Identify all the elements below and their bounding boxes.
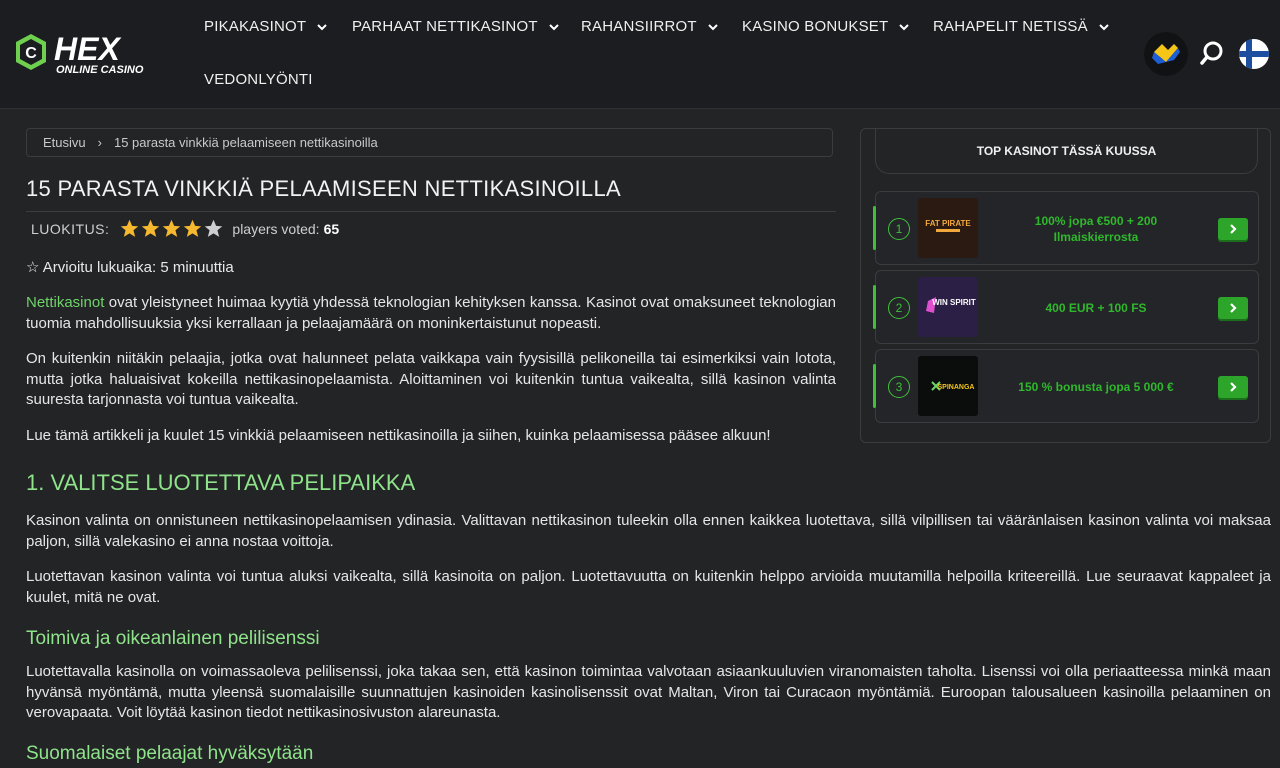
chevron-right-icon (1230, 382, 1237, 392)
rating-bar: LUOKITUS: players voted: 65 (31, 218, 339, 239)
casino-bonus: 150 % bonusta jopa 5 000 € (1018, 380, 1174, 394)
svg-text:C: C (25, 45, 37, 62)
site-header: C HEX ONLINE CASINO PIKAKASINOT PARHAAT … (0, 0, 1280, 109)
casino-logo[interactable]: FAT PIRATE (918, 198, 978, 258)
nav-label: RAHAPELIT NETISSÄ (933, 18, 1088, 35)
go-to-casino-button[interactable] (1218, 297, 1248, 319)
page-title: 15 PARASTA VINKKIÄ PELAAMISEEN NETTIKASI… (26, 176, 621, 201)
chevron-down-icon (899, 23, 910, 30)
star-filled-icon[interactable] (140, 218, 161, 239)
chevron-down-icon (1099, 23, 1109, 30)
card-accent (873, 285, 876, 329)
casino-logo[interactable]: SPINANGA (918, 356, 978, 416)
star-filled-icon[interactable] (182, 218, 203, 239)
logo-lettering: FAT PIRATE (925, 219, 971, 228)
nav-label: RAHANSIIRROT (581, 18, 697, 35)
breadcrumb-home-link[interactable]: Etusivu (43, 135, 86, 150)
star-filled-icon[interactable] (161, 218, 182, 239)
logo-subtext: ONLINE CASINO (56, 64, 144, 76)
breadcrumb: Etusivu › 15 parasta vinkkiä pelaamiseen… (26, 128, 833, 157)
subheading-finnish-players: Suomalaiset pelaajat hyväksytään (26, 743, 314, 764)
casino-rank: 2 (888, 297, 910, 319)
casino-rank: 3 (888, 376, 910, 398)
star-filled-icon[interactable] (119, 218, 140, 239)
section-paragraph-3: Luotettavalla kasinolla on voimassaoleva… (26, 663, 1271, 721)
rating-stars[interactable] (119, 218, 224, 239)
top-casinos-widget: TOP KASINOT TÄSSÄ KUUSSA 1 FAT PIRATE 10… (860, 128, 1271, 443)
nav-item-kasino-bonukset[interactable]: KASINO BONUKSET (742, 18, 910, 35)
breadcrumb-separator: › (97, 135, 102, 150)
casino-card[interactable]: 1 FAT PIRATE 100% jopa €500 + 200 Ilmais… (873, 191, 1259, 265)
casino-card[interactable]: 2 WIN SPIRIT 400 EUR + 100 FS (873, 270, 1259, 344)
section-paragraph-2: Luotettavan kasinon valinta voi tuntua a… (26, 568, 1271, 606)
logo-lettering: WIN SPIRIT (932, 298, 976, 307)
star-empty-icon[interactable] (203, 218, 224, 239)
read-time: ☆ Arvioitu lukuaika: 5 minuuttia (26, 259, 234, 276)
casino-bonus: 100% jopa €500 + 200 Ilmaiskierrosta (1034, 214, 1158, 244)
chevron-down-icon (708, 23, 718, 30)
search-icon[interactable] (1190, 32, 1234, 76)
section-heading-1: 1. VALITSE LUOTETTAVA PELIPAIKKA (26, 470, 416, 495)
nav-label: PARHAAT NETTIKASINOT (352, 18, 538, 35)
site-logo[interactable]: C HEX ONLINE CASINO (14, 32, 179, 76)
chevron-down-icon (317, 23, 327, 30)
nav-item-parhaat-nettikasinot[interactable]: PARHAAT NETTIKASINOT (352, 18, 560, 35)
chevron-right-icon (1230, 303, 1237, 313)
ukraine-support-icon[interactable] (1144, 32, 1188, 76)
intro-paragraph-1: Nettikasinot ovat yleistyneet huimaa kyy… (26, 293, 836, 334)
rating-label: LUOKITUS: (31, 220, 110, 237)
casino-rank: 1 (888, 218, 910, 240)
voted-label: players voted: (232, 220, 320, 237)
widget-title: TOP KASINOT TÄSSÄ KUUSSA (875, 128, 1258, 174)
casino-card[interactable]: 3 SPINANGA 150 % bonusta jopa 5 000 € (873, 349, 1259, 423)
nav-label: KASINO BONUKSET (742, 18, 889, 35)
card-accent (873, 206, 876, 250)
nav-item-rahansiirrot[interactable]: RAHANSIIRROT (581, 18, 719, 35)
go-to-casino-button[interactable] (1218, 218, 1248, 240)
logo-lettering: SPINANGA (938, 384, 975, 391)
chevron-down-icon (548, 23, 559, 30)
nav-item-vedonlyonti[interactable]: VEDONLYÖNTI (204, 71, 313, 88)
voted-count: 65 (323, 220, 340, 237)
nettikasinot-link[interactable]: Nettikasinot (26, 294, 104, 311)
chevron-right-icon (1230, 224, 1237, 234)
section-paragraph-1: Kasinon valinta on onnistuneen nettikasi… (26, 512, 1271, 550)
title-divider (26, 211, 836, 212)
intro-paragraph-3: Lue tämä artikkeli ja kuulet 15 vinkkiä … (26, 427, 771, 444)
nav-label: VEDONLYÖNTI (204, 71, 313, 88)
intro-paragraph-2: On kuitenkin niitäkin pelaajia, jotka ov… (26, 350, 836, 408)
nav-label: PIKAKASINOT (204, 18, 307, 35)
paragraph-text: ovat yleistyneet huimaa kyytiä yhdessä t… (26, 294, 836, 332)
nav-item-pikakasinot[interactable]: PIKAKASINOT (204, 18, 328, 35)
finland-flag-icon[interactable] (1232, 32, 1276, 76)
breadcrumb-current: 15 parasta vinkkiä pelaamiseen nettikasi… (113, 135, 378, 150)
subheading-license: Toimiva ja oikeanlainen pelilisenssi (26, 628, 320, 649)
nav-item-rahapelit-netissa[interactable]: RAHAPELIT NETISSÄ (933, 18, 1110, 35)
go-to-casino-button[interactable] (1218, 376, 1248, 398)
card-accent (873, 364, 876, 408)
casino-bonus: 400 EUR + 100 FS (1045, 301, 1147, 315)
casino-logo[interactable]: WIN SPIRIT (918, 277, 978, 337)
logo-text: HEX (54, 32, 121, 67)
